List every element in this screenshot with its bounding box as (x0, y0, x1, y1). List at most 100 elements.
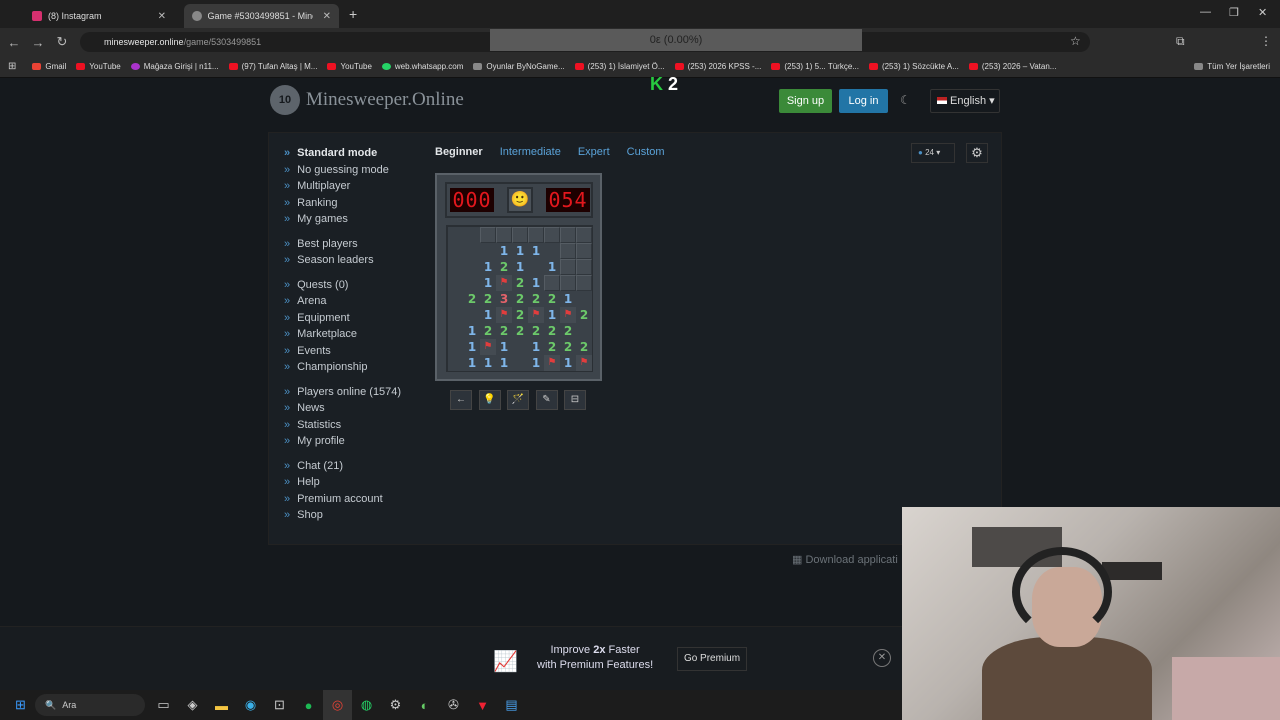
mine-cell[interactable]: 1 (496, 339, 512, 355)
app-icon[interactable]: ✇ (439, 690, 468, 720)
all-bookmarks[interactable]: Tüm Yer İşaretleri (1194, 62, 1270, 71)
sidebar-item-my-profile[interactable]: My profile (284, 433, 401, 450)
mine-cell[interactable]: 2 (512, 307, 528, 323)
windows-start-icon[interactable]: ⊞ (6, 690, 35, 720)
sign-up-button[interactable]: Sign up (779, 89, 832, 113)
mine-cell[interactable] (464, 243, 480, 259)
mine-cell[interactable]: 1 (528, 339, 544, 355)
mine-cell[interactable] (560, 275, 576, 291)
mine-cell[interactable] (576, 243, 592, 259)
sidebar-item-championship[interactable]: Championship (284, 359, 401, 376)
mine-cell[interactable] (560, 243, 576, 259)
xbox-icon[interactable]: ◐ (410, 690, 439, 720)
tab-expert[interactable]: Expert (578, 146, 610, 158)
mine-cell[interactable]: 2 (512, 275, 528, 291)
tab-intermediate[interactable]: Intermediate (500, 146, 561, 158)
mine-cell[interactable] (544, 227, 560, 243)
tab-game[interactable]: Game #5303499851 - Minesw... ✕ (184, 4, 339, 28)
mine-cell[interactable]: 1 (464, 323, 480, 339)
mine-cell[interactable]: ⚑ (576, 355, 592, 371)
mine-cell[interactable]: 2 (496, 259, 512, 275)
mine-cell[interactable]: 1 (464, 355, 480, 371)
mine-cell[interactable] (512, 339, 528, 355)
sidebar-item-marketplace[interactable]: Marketplace (284, 326, 401, 343)
mine-cell[interactable] (576, 259, 592, 275)
mine-cell[interactable]: 2 (528, 291, 544, 307)
language-select[interactable]: English ▾ (930, 89, 1000, 113)
mine-cell[interactable]: 1 (528, 355, 544, 371)
mine-cell[interactable]: 1 (544, 259, 560, 275)
mine-cell[interactable] (576, 323, 592, 339)
new-tab-button[interactable]: + (349, 6, 357, 22)
bookmark[interactable]: Oyunlar ByNoGame... (473, 62, 565, 71)
mine-cell[interactable] (448, 355, 464, 371)
extensions-icon[interactable]: ⧉ (1176, 34, 1185, 49)
mine-cell[interactable] (480, 227, 496, 243)
mine-cell[interactable]: 2 (480, 291, 496, 307)
smiley-reset-button[interactable]: 🙂 (507, 187, 533, 213)
mine-cell[interactable] (464, 307, 480, 323)
sidebar-item-equipment[interactable]: Equipment (284, 310, 401, 327)
bookmark[interactable]: (253) 1) 5... Türkçe... (771, 62, 859, 71)
mine-cell[interactable]: 1 (480, 275, 496, 291)
mine-cell[interactable]: 2 (544, 291, 560, 307)
mine-cell[interactable] (448, 291, 464, 307)
sidebar-item-standard-mode[interactable]: Standard mode (284, 145, 401, 162)
close-tab-icon[interactable]: ✕ (313, 11, 331, 22)
sidebar-item-premium[interactable]: Premium account (284, 491, 401, 508)
mine-cell[interactable]: 2 (576, 339, 592, 355)
close-tab-icon[interactable]: ✕ (148, 11, 166, 22)
mine-cell[interactable] (448, 307, 464, 323)
edit-button[interactable]: ✎ (535, 390, 558, 410)
sidebar-item-ranking[interactable]: Ranking (284, 195, 401, 212)
mine-cell[interactable] (448, 339, 464, 355)
mine-cell[interactable] (448, 323, 464, 339)
mine-cell[interactable] (576, 275, 592, 291)
mine-cell[interactable]: 1 (560, 355, 576, 371)
mine-cell[interactable] (560, 259, 576, 275)
bookmark[interactable]: (253) 2026 – Vatan... (968, 62, 1056, 71)
spotify-icon[interactable]: ● (294, 690, 323, 720)
download-app-link[interactable]: ▦ Download applicati (792, 553, 898, 566)
sidebar-item-news[interactable]: News (284, 400, 401, 417)
mine-cell[interactable]: 1 (560, 291, 576, 307)
whatsapp-icon[interactable]: ◍ (352, 690, 381, 720)
sidebar-item-chat[interactable]: Chat (21) (284, 458, 401, 475)
copilot-icon[interactable]: ◈ (178, 690, 207, 720)
close-promo-icon[interactable]: ✕ (873, 649, 891, 667)
screenshot-button[interactable]: ⊟ (564, 390, 586, 410)
sidebar-item-shop[interactable]: Shop (284, 507, 401, 524)
zoom-select[interactable]: ● 24 ▾ (911, 143, 955, 163)
mine-cell[interactable]: 2 (576, 307, 592, 323)
mine-cell[interactable] (448, 275, 464, 291)
mine-cell[interactable]: 2 (512, 323, 528, 339)
menu-icon[interactable]: ⋮ (1260, 34, 1272, 48)
mine-cell[interactable]: 1 (512, 243, 528, 259)
mine-cell[interactable] (576, 227, 592, 243)
bookmark[interactable]: Gmail (32, 62, 66, 71)
log-in-button[interactable]: Log in (839, 89, 888, 113)
mine-cell[interactable]: 2 (528, 323, 544, 339)
mine-cell[interactable] (464, 259, 480, 275)
tab-custom[interactable]: Custom (627, 146, 665, 158)
mine-cell[interactable]: ⚑ (544, 355, 560, 371)
sidebar-item-help[interactable]: Help (284, 474, 401, 491)
bookmark[interactable]: (97) Tufan Altaş | M... (228, 62, 317, 71)
mine-cell[interactable]: 2 (464, 291, 480, 307)
back-icon[interactable]: ← (2, 35, 26, 50)
bookmark[interactable]: YouTube (76, 62, 121, 71)
sidebar-item-events[interactable]: Events (284, 343, 401, 360)
mine-cell[interactable] (576, 291, 592, 307)
mine-cell[interactable]: 1 (496, 243, 512, 259)
bookmark[interactable]: YouTube (327, 62, 372, 71)
settings-gear-icon[interactable]: ⚙ (966, 143, 988, 163)
maximize-icon[interactable]: ❐ (1229, 6, 1239, 19)
steam-icon[interactable]: ⚙ (381, 690, 410, 720)
mine-cell[interactable]: ⚑ (480, 339, 496, 355)
bookmark[interactable]: Mağaza Girişi | n11... (130, 62, 219, 71)
mine-cell[interactable] (544, 275, 560, 291)
mine-cell[interactable] (512, 355, 528, 371)
mine-cell[interactable] (448, 243, 464, 259)
forward-icon[interactable]: → (26, 35, 50, 50)
sidebar-item-best-players[interactable]: Best players (284, 236, 401, 253)
